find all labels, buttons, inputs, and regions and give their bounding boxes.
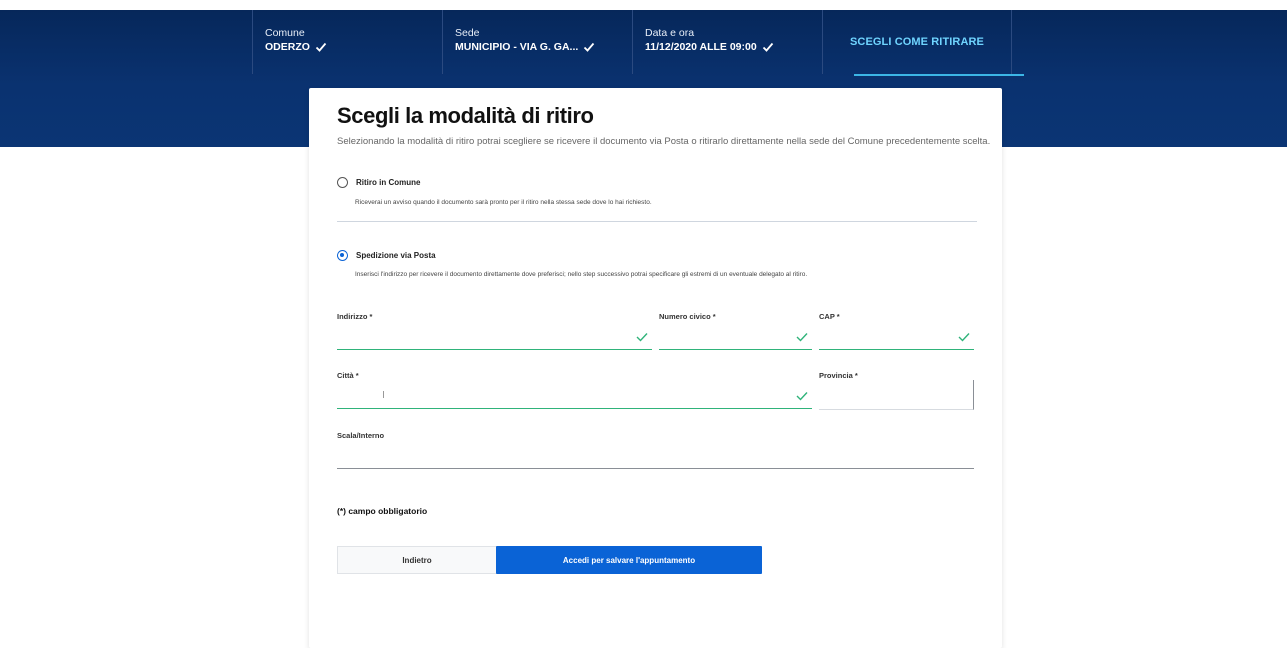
step-comune[interactable]: Comune ODERZO <box>252 10 442 74</box>
step-sede[interactable]: Sede MUNICIPIO - VIA G. GA... <box>442 10 632 74</box>
provincia-field[interactable]: Provincia * <box>819 371 974 410</box>
page-subtitle: Selezionando la modalità di ritiro potra… <box>337 136 991 147</box>
step-comune-label: Comune <box>265 27 305 39</box>
citta-field[interactable]: Città * <box>337 371 812 409</box>
cap-field[interactable]: CAP * <box>819 312 974 350</box>
provincia-label: Provincia * <box>819 371 858 380</box>
valid-check-icon <box>958 333 970 342</box>
radio-button-unchecked[interactable] <box>337 177 348 188</box>
radio-ritiro-comune-description: Riceverai un avviso quando il documento … <box>355 199 652 206</box>
save-appointment-button[interactable]: Accedi per salvare l'appuntamento <box>496 546 762 574</box>
cap-label: CAP * <box>819 312 840 321</box>
radio-spedizione-posta-description: Inserisci l'indirizzo per ricevere il do… <box>355 271 808 278</box>
radio-ritiro-comune-label: Ritiro in Comune <box>356 178 421 187</box>
radio-spedizione-posta[interactable]: Spedizione via Posta <box>337 250 436 261</box>
ritiro-card: Scegli la modalità di ritiro Selezionand… <box>309 88 1002 648</box>
indirizzo-underline <box>337 349 652 350</box>
provincia-input[interactable] <box>819 380 974 410</box>
step-scegli-ritiro[interactable]: SCEGLI COME RITIRARE <box>822 10 1024 76</box>
scala-interno-label: Scala/Interno <box>337 431 385 440</box>
check-icon <box>762 42 773 52</box>
step-data-ora-value: 11/12/2020 ALLE 09:00 <box>645 41 757 53</box>
check-icon <box>315 42 327 52</box>
divider <box>337 221 977 222</box>
valid-check-icon <box>796 333 808 342</box>
active-step-underline <box>854 74 1024 76</box>
page-title: Scegli la modalità di ritiro <box>337 103 594 128</box>
indirizzo-label: Indirizzo * <box>337 312 373 321</box>
step-data-ora[interactable]: Data e ora 11/12/2020 ALLE 09:00 <box>632 10 822 74</box>
indirizzo-field[interactable]: Indirizzo * <box>337 312 652 350</box>
numero-civico-field[interactable]: Numero civico * <box>659 312 812 350</box>
step-data-ora-label: Data e ora <box>645 27 695 39</box>
valid-check-icon <box>636 333 648 342</box>
citta-label: Città * <box>337 371 359 380</box>
stepper: Comune ODERZO Sede MUNICIPIO - VIA G. GA… <box>252 10 1057 76</box>
valid-check-icon <box>796 392 808 401</box>
scala-interno-field[interactable]: Scala/Interno <box>337 431 974 469</box>
step-comune-value: ODERZO <box>265 41 310 53</box>
required-field-note: (*) campo obbligatorio <box>337 506 428 516</box>
scala-interno-underline <box>337 468 974 469</box>
numero-civico-underline <box>659 349 812 350</box>
back-button[interactable]: Indietro <box>337 546 497 574</box>
step-sede-label: Sede <box>455 27 480 39</box>
check-icon <box>584 42 595 52</box>
radio-spedizione-posta-label: Spedizione via Posta <box>356 251 436 260</box>
numero-civico-label: Numero civico * <box>659 312 716 321</box>
radio-ritiro-comune[interactable]: Ritiro in Comune <box>337 177 420 188</box>
radio-button-checked[interactable] <box>337 250 348 261</box>
citta-underline <box>337 408 812 409</box>
step-scegli-ritiro-label: SCEGLI COME RITIRARE <box>849 36 984 48</box>
text-cursor <box>383 391 384 398</box>
cap-underline <box>819 349 974 350</box>
step-sede-value: MUNICIPIO - VIA G. GA... <box>455 41 579 53</box>
